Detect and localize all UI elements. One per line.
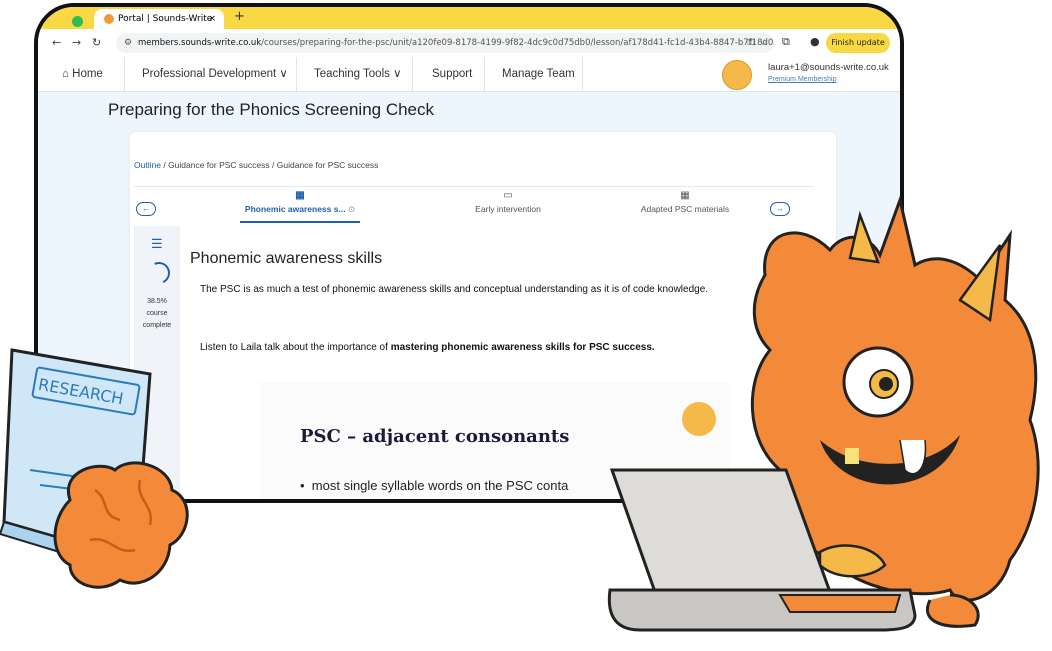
- illustration-layer: RESEARCH: [0, 194, 1040, 632]
- brain-illustration: [53, 461, 189, 589]
